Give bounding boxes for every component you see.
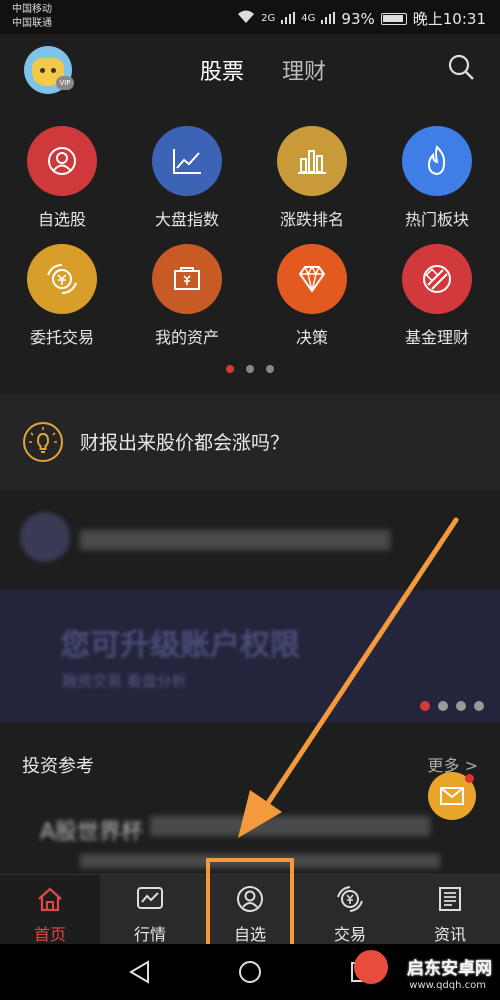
grid-item-hot-sectors[interactable]: 热门板块	[382, 126, 492, 230]
mail-icon	[440, 787, 464, 805]
nav-item-market[interactable]: 行情	[100, 875, 200, 944]
grid-label: 基金理财	[404, 328, 469, 347]
feature-grid: 自选股 大盘指数 涨跌排名 热门板块 委托交易 我的资产 决策 基金理财	[0, 104, 500, 386]
promo-banner[interactable]: 您可升级账户权限 融资交易 看盘分析	[0, 590, 500, 722]
banner-indicator	[412, 696, 484, 715]
nav-item-trade[interactable]: 交易	[300, 875, 400, 944]
search-icon[interactable]	[448, 54, 474, 80]
back-icon[interactable]	[128, 960, 150, 984]
page-indicator	[0, 358, 500, 377]
diamond-icon	[277, 244, 347, 314]
page-dot	[266, 365, 274, 373]
carrier-2: 中国联通	[12, 18, 52, 29]
blurred-text	[80, 530, 390, 550]
carrier-1: 中国移动	[12, 4, 52, 15]
watermark-url: www.qdqh.com	[409, 980, 486, 991]
status-right: 2G 4G 93% 晚上10:31	[237, 8, 486, 29]
mascot-eye	[51, 68, 56, 73]
mascot-eye	[40, 68, 45, 73]
status-bar: 中国移动 中国联通 2G 4G 93% 晚上10:31	[0, 0, 500, 34]
wifi-icon	[237, 10, 255, 28]
network-2g: 2G	[261, 13, 276, 24]
grid-label: 涨跌排名	[279, 210, 344, 229]
banner-dot	[474, 701, 484, 711]
battery-percent: 93%	[341, 9, 375, 28]
banner-dot-active	[420, 701, 430, 711]
flame-icon	[402, 126, 472, 196]
investment-reference: 投资参考 更多 > A股世界杯	[0, 732, 500, 874]
watermark-logo-icon	[354, 950, 388, 984]
bar-chart-icon	[277, 126, 347, 196]
line-chart-icon	[152, 126, 222, 196]
user-circle-icon	[27, 126, 97, 196]
grid-label: 大盘指数	[154, 210, 219, 229]
clock: 晚上10:31	[412, 10, 486, 28]
battery-icon	[380, 12, 407, 25]
banner-subtitle: 融资交易 看盘分析	[62, 672, 187, 690]
page-dot-active	[226, 365, 234, 373]
signal-icon	[281, 10, 296, 28]
tip-text: 财报出来股价都会涨吗？	[80, 432, 290, 454]
blurred-text	[150, 816, 430, 836]
network-4g: 4G	[301, 13, 316, 24]
page-dot	[246, 365, 254, 373]
chart-icon	[137, 887, 163, 909]
nav-item-home[interactable]: 首页	[0, 875, 100, 944]
blurred-avatar	[20, 512, 70, 562]
home-icon	[38, 887, 62, 912]
banner-title: 您可升级账户权限	[60, 628, 300, 663]
nav-label: 交易	[333, 925, 366, 944]
nav-label: 资讯	[433, 925, 466, 944]
tab-stocks[interactable]: 股票	[200, 54, 244, 86]
nav-item-news[interactable]: 资讯	[400, 875, 500, 944]
grid-item-trade[interactable]: 委托交易	[7, 244, 117, 348]
home-button-icon[interactable]	[238, 960, 262, 984]
grid-item-ranking[interactable]: 涨跌排名	[257, 126, 367, 230]
section-title: 投资参考	[22, 756, 94, 777]
grid-label: 决策	[295, 328, 328, 347]
grid-label: 自选股	[37, 210, 86, 229]
grid-item-index[interactable]: 大盘指数	[132, 126, 242, 230]
notification-dot	[465, 774, 474, 783]
tip-card[interactable]: 财报出来股价都会涨吗？	[0, 394, 500, 490]
grid-label: 我的资产	[154, 328, 219, 347]
grid-item-watchlist[interactable]: 自选股	[7, 126, 117, 230]
banner-dot	[456, 701, 466, 711]
tab-wealth[interactable]: 理财	[282, 54, 326, 86]
wallet-icon	[152, 244, 222, 314]
banner-dot	[438, 701, 448, 711]
grid-item-fund[interactable]: 基金理财	[382, 244, 492, 348]
yuan-exchange-icon	[337, 886, 363, 912]
vip-badge: VIP	[56, 76, 74, 90]
message-button[interactable]	[428, 772, 476, 820]
grid-label: 委托交易	[29, 328, 94, 347]
grid-item-decision[interactable]: 决策	[257, 244, 367, 348]
article-title[interactable]: A股世界杯	[40, 814, 143, 846]
grid-item-assets[interactable]: 我的资产	[132, 244, 242, 348]
fund-icon	[402, 244, 472, 314]
grid-label: 热门板块	[404, 210, 469, 229]
highlight-box	[206, 858, 294, 958]
watermark-title: 启东安卓网	[407, 959, 492, 979]
blurred-promo-row[interactable]	[0, 496, 500, 582]
news-icon	[439, 887, 461, 911]
signal-icon	[321, 10, 336, 28]
nav-label: 行情	[133, 925, 166, 944]
lightbulb-icon	[22, 421, 64, 463]
app-header: VIP 股票 理财	[0, 34, 500, 104]
nav-label: 首页	[33, 925, 66, 944]
yuan-exchange-icon	[27, 244, 97, 314]
